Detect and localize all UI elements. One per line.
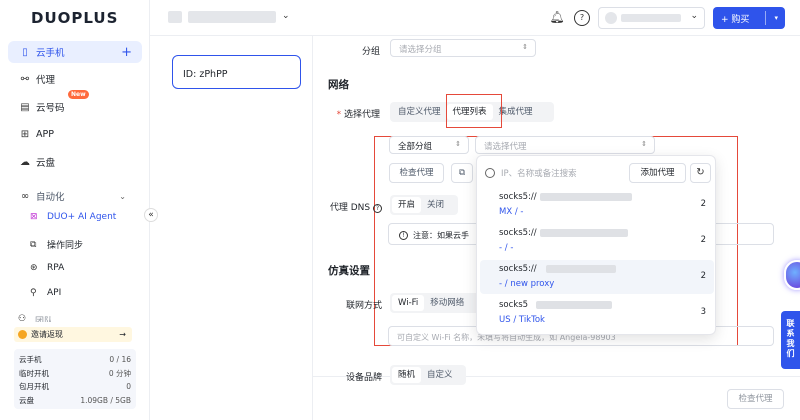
sync-icon: ⧉	[30, 239, 37, 250]
cloud-icon: ☁	[20, 156, 30, 168]
mode-mobile[interactable]: 移动网络	[424, 295, 470, 311]
bell-icon[interactable]: 🔔︎	[549, 10, 565, 26]
usage-stats: 云手机 0 / 16 临时开机 0 分钟 包月开机 0 云盘 1.09GB / 5GB	[14, 349, 136, 409]
account-name-redacted	[621, 14, 681, 22]
bottom-check-proxy-button[interactable]: 检查代理	[727, 389, 784, 409]
arrow-right-icon: →	[119, 330, 126, 339]
chevron-down-icon: ⌄	[119, 191, 126, 201]
proxy-address-redacted	[536, 301, 612, 309]
api-icon: ⚲	[30, 288, 37, 298]
updown-icon: ⇕	[522, 43, 528, 51]
account-selector[interactable]: ⌄	[598, 7, 705, 29]
ai-assistant-orb[interactable]	[784, 260, 800, 290]
brand-label: 设备品牌	[345, 373, 382, 383]
brand-toggle: 随机 自定义	[390, 365, 466, 385]
collapse-sidebar-icon[interactable]: «	[144, 208, 158, 222]
add-icon[interactable]: +	[121, 45, 132, 60]
proxy-address-redacted	[540, 193, 632, 201]
chevron-down-icon[interactable]: ⌄	[282, 11, 290, 21]
workspace-name-redacted[interactable]	[188, 11, 276, 23]
sidebar-item-cloud-drive[interactable]: ☁ 云盘	[8, 151, 142, 173]
sidebar-item-proxy[interactable]: ⚯ 代理	[8, 68, 142, 90]
ai-agent-icon: ⊠	[30, 212, 38, 222]
sidebar-item-app[interactable]: ⊞ APP	[8, 123, 142, 145]
info-icon: !	[399, 231, 408, 240]
app-grid-icon: ⊞	[20, 128, 30, 140]
chevron-down-icon[interactable]: ▾	[774, 14, 778, 22]
stat-row: 临时开机 0 分钟	[19, 368, 131, 378]
search-icon	[485, 168, 495, 178]
check-proxy-button[interactable]: 检查代理	[389, 163, 444, 183]
logo: DUOPLUS	[31, 9, 119, 27]
copy-icon[interactable]: ⧉	[451, 163, 473, 183]
brand-random[interactable]: 随机	[392, 367, 422, 383]
dns-on[interactable]: 开启	[392, 197, 422, 213]
proxy-item[interactable]: socks5 US / TikTok 3	[480, 296, 714, 330]
device-card[interactable]: ID: zPhPP	[172, 55, 301, 89]
sidebar-item-cloud-phone[interactable]: ▯ 云手机 +	[8, 41, 142, 63]
proxy-address-redacted	[540, 229, 628, 237]
invite-banner[interactable]: 邀请返现 →	[14, 327, 132, 342]
coin-icon	[18, 330, 27, 339]
stat-row: 云盘 1.09GB / 5GB	[19, 395, 131, 405]
sidebar-item-team[interactable]: ⚇ 团队	[18, 314, 53, 322]
group-label: 分组	[361, 47, 380, 57]
proxy-search-input[interactable]: IP、名称或备注搜索	[485, 164, 631, 182]
refresh-icon[interactable]: ↻	[690, 163, 711, 183]
help-icon[interactable]: ?	[373, 204, 382, 213]
sidebar: DUOPLUS ▯ 云手机 + ⚯ 代理 ▤ 云号码 New ⊞ APP ☁ 云…	[0, 0, 150, 420]
contact-us-button[interactable]: 联系我们	[781, 311, 800, 369]
topbar: ⌄ 🔔︎ ? ⌄ + 购买 ▾	[150, 0, 800, 36]
all-groups-select[interactable]: 全部分组 ⇕	[389, 136, 469, 154]
sidebar-item-automation[interactable]: ∞ 自动化 ⌄	[8, 185, 142, 207]
proxy-dropdown: IP、名称或备注搜索 添加代理 ↻ socks5:// MX / - 2 soc…	[476, 155, 716, 335]
chevron-down-icon: ⌄	[690, 11, 698, 21]
avatar	[605, 12, 617, 24]
emulation-section-title: 仿真设置	[328, 265, 370, 277]
phone-icon: ▯	[22, 46, 28, 58]
proxy-label: * 选择代理	[336, 110, 380, 120]
sidebar-item-cloud-number[interactable]: ▤ 云号码 New	[8, 90, 142, 118]
number-icon: ▤	[20, 101, 30, 113]
sidebar-item-sync[interactable]: ⧉ 操作同步	[30, 238, 83, 252]
sidebar-item-ai-agent[interactable]: ⊠ DUO+ AI Agent	[30, 212, 116, 222]
group-select[interactable]: 请选择分组 ⇕	[390, 39, 536, 57]
network-mode-toggle: Wi-Fi 移动网络	[390, 293, 482, 313]
updown-icon: ⇕	[641, 140, 647, 148]
proxy-item[interactable]: socks5:// MX / - 2	[480, 188, 714, 222]
brand-custom[interactable]: 自定义	[421, 367, 459, 383]
sidebar-item-rpa[interactable]: ⊛ RPA	[30, 263, 64, 273]
mode-wifi[interactable]: Wi-Fi	[392, 295, 425, 311]
proxy-address-redacted	[546, 265, 616, 273]
stat-row: 包月开机 0	[19, 382, 131, 392]
workspace-avatar	[168, 11, 182, 23]
proxy-item[interactable]: socks5:// - / - 2	[480, 224, 714, 258]
dns-label: 代理 DNS ?	[326, 200, 382, 213]
proxy-select[interactable]: 请选择代理 ⇕	[475, 136, 655, 154]
rpa-icon: ⊛	[30, 263, 38, 273]
buy-button[interactable]: + 购买 ▾	[713, 7, 785, 29]
proxy-item[interactable]: socks5:// - / new proxy 2	[480, 260, 714, 294]
team-icon: ⚇	[18, 314, 27, 322]
sidebar-item-api[interactable]: ⚲ API	[30, 288, 61, 298]
help-icon[interactable]: ?	[574, 10, 590, 26]
stat-row: 云手机 0 / 16	[19, 355, 131, 365]
infinity-icon: ∞	[20, 190, 30, 202]
network-section-title: 网络	[328, 79, 349, 91]
new-badge: New	[68, 90, 89, 99]
highlight-box	[446, 94, 502, 128]
proxy-icon: ⚯	[20, 73, 30, 85]
network-mode-label: 联网方式	[345, 301, 382, 311]
tab-custom-proxy[interactable]: 自定义代理	[392, 104, 447, 120]
updown-icon: ⇕	[455, 140, 461, 148]
dns-toggle: 开启 关闭	[390, 195, 458, 215]
dns-off[interactable]: 关闭	[421, 197, 450, 213]
add-proxy-button[interactable]: 添加代理	[629, 163, 686, 183]
